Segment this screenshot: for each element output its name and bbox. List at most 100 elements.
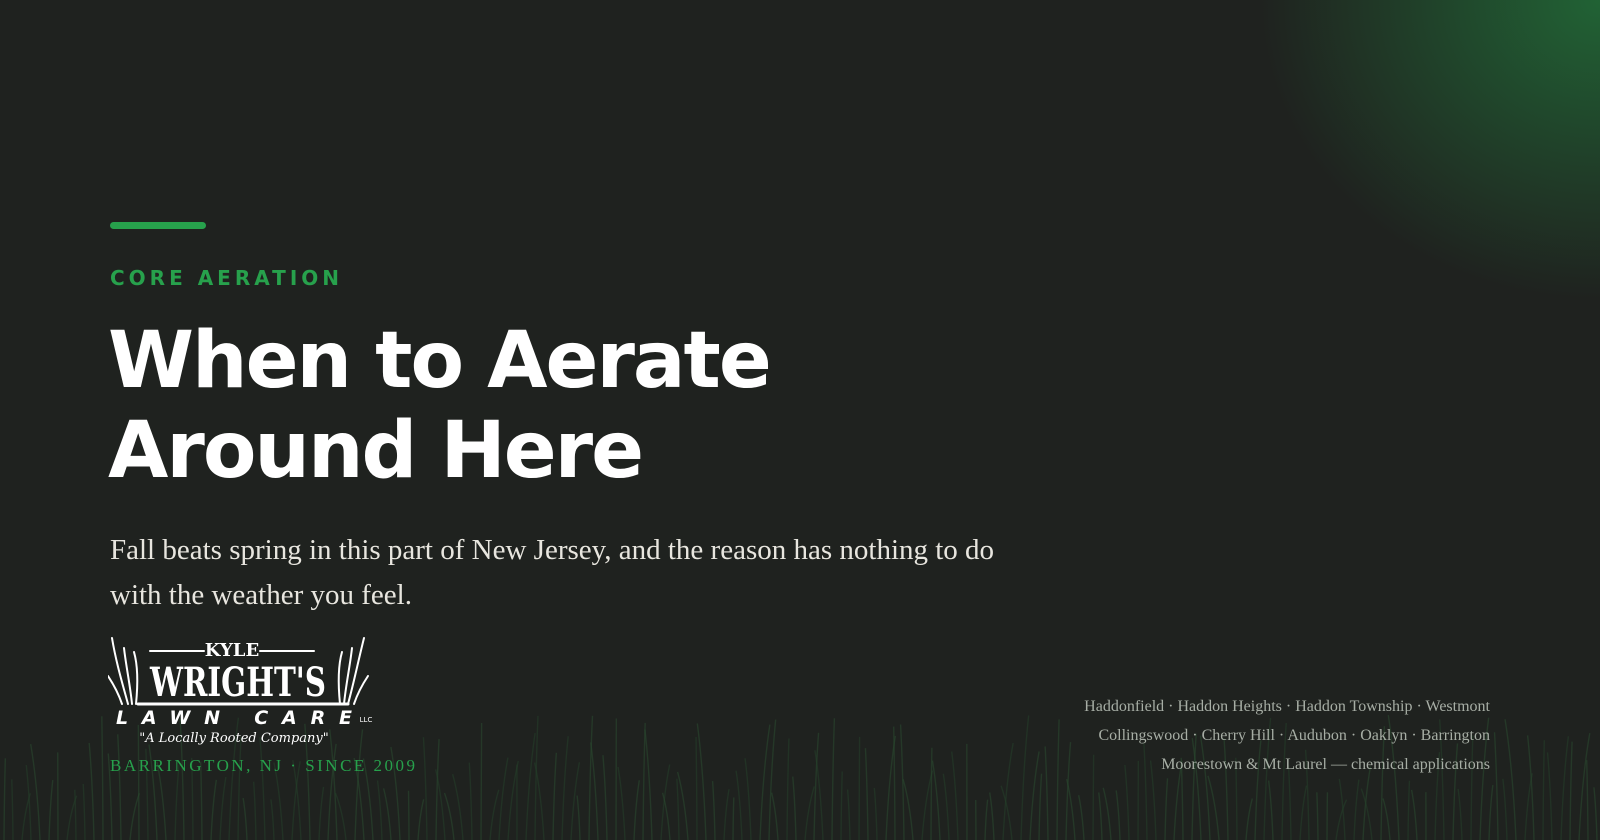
grass-blade (1164, 778, 1169, 840)
grass-blade (590, 742, 599, 840)
lede-text: Fall beats spring in this part of New Je… (110, 534, 995, 611)
grass-blade (570, 762, 581, 840)
grass-blade (723, 789, 730, 840)
service-areas-line-1: Haddonfield · Haddon Heights · Haddon To… (1084, 698, 1490, 715)
grass-blade (1569, 741, 1573, 840)
grass-blade (696, 723, 707, 840)
grass-blade (25, 765, 32, 840)
grass-blade (533, 762, 545, 840)
grass-blade (561, 736, 569, 840)
grass-blade (525, 732, 536, 840)
service-areas-line-2: Collingswood · Cherry Hill · Audubon · O… (1098, 727, 1490, 744)
grass-blade (252, 781, 257, 840)
grass-blade (382, 788, 392, 840)
service-areas-line-3: Moorestown & Mt Laurel — chemical applic… (1161, 756, 1490, 773)
grass-blade (422, 737, 428, 840)
grass-blade (831, 718, 836, 840)
grass-blade (951, 751, 959, 840)
logo-suffix-text: LLC (360, 716, 373, 724)
grass-blade (846, 789, 851, 840)
grass-blade (318, 786, 325, 840)
title-line-1: When to Aerate (108, 316, 772, 406)
grass-blade (219, 776, 227, 840)
grass-blade (804, 786, 815, 840)
grass-blade (921, 770, 934, 840)
grass-blade (376, 780, 383, 840)
grass-blade (885, 735, 897, 840)
grass-blade (1267, 780, 1274, 840)
grass-blade (88, 742, 95, 840)
grass-blade (1065, 742, 1072, 840)
grass-blade (259, 737, 266, 840)
grass-blade (642, 722, 646, 840)
grass-blade (334, 792, 347, 840)
grass-blade (1020, 715, 1030, 840)
grass-blade (1245, 798, 1253, 840)
grass-blade (661, 792, 671, 840)
grass-blade (633, 780, 640, 840)
grass-blade (1115, 790, 1121, 840)
grass-blade (1586, 760, 1589, 840)
grass-blade (507, 760, 519, 840)
grass-blade (942, 773, 950, 840)
grass-blade (468, 762, 473, 840)
service-areas: Haddonfield · Haddon Heights · Haddon To… (1084, 692, 1490, 779)
grass-blade (21, 793, 32, 840)
company-logo: KYLE WRIGHT'S LAWN CARE LLC "A Locally R… (108, 637, 373, 746)
grass-blade (1542, 740, 1545, 840)
logo-slogan-text: "A Locally Rooted Company" (139, 731, 328, 746)
grass-blade (1407, 780, 1411, 840)
grass-blade (660, 764, 671, 840)
grass-blade (1360, 788, 1373, 840)
grass-blade (552, 752, 558, 840)
grass-blade (3, 758, 7, 840)
grass-blade (617, 766, 626, 840)
logo-sub-text: LAWN CARE (116, 707, 352, 729)
grass-blade (676, 771, 689, 840)
grass-blade (1578, 732, 1591, 840)
grass-blade (1504, 719, 1517, 840)
grass-blade (984, 799, 989, 840)
grass-blade (48, 779, 54, 840)
grass-blade (768, 719, 777, 840)
grass-blade (858, 736, 861, 840)
grass-blade (117, 734, 122, 840)
grass-blade (930, 747, 933, 840)
grass-blade (602, 755, 608, 840)
grass-blade (1382, 798, 1391, 840)
grass-blade (1029, 751, 1040, 840)
grass-blade (66, 795, 78, 840)
eyebrow-label: CORE AERATION (110, 266, 343, 290)
grass-blade (451, 773, 464, 840)
logo-name-text: WRIGHT'S (149, 659, 326, 706)
grass-blade (435, 769, 446, 840)
grass-blade (1002, 742, 1014, 840)
grass-blade (588, 715, 594, 840)
accent-bar (110, 222, 206, 229)
brand-tagline: BARRINGTON, NJ · SINCE 2009 (110, 756, 418, 775)
grass-blade (1065, 778, 1076, 840)
grass-blade (417, 799, 425, 840)
grass-blade (237, 736, 242, 840)
grass-blade (1560, 736, 1570, 840)
grass-blade (873, 787, 878, 840)
grass-blade (1502, 778, 1508, 840)
logo-top-text: KYLE (205, 640, 259, 661)
grass-blade (82, 783, 86, 840)
grass-blade (1299, 785, 1308, 840)
grass-blade (989, 792, 995, 840)
title-line-2: Around Here (108, 406, 644, 496)
grass-blade (270, 799, 275, 840)
grass-blade (1038, 773, 1043, 840)
grass-blade (1056, 719, 1060, 840)
grass-blade (786, 738, 790, 840)
grass-blade (759, 724, 771, 840)
grass-blade (242, 797, 248, 840)
grass-blade (792, 776, 797, 840)
grass-blade (676, 778, 680, 840)
grass-blade (1000, 785, 1013, 840)
page-title: When to Aerate Around Here (108, 316, 772, 496)
grass-blade (931, 760, 941, 840)
grass-blade (813, 732, 820, 840)
grass-blade (744, 758, 752, 840)
